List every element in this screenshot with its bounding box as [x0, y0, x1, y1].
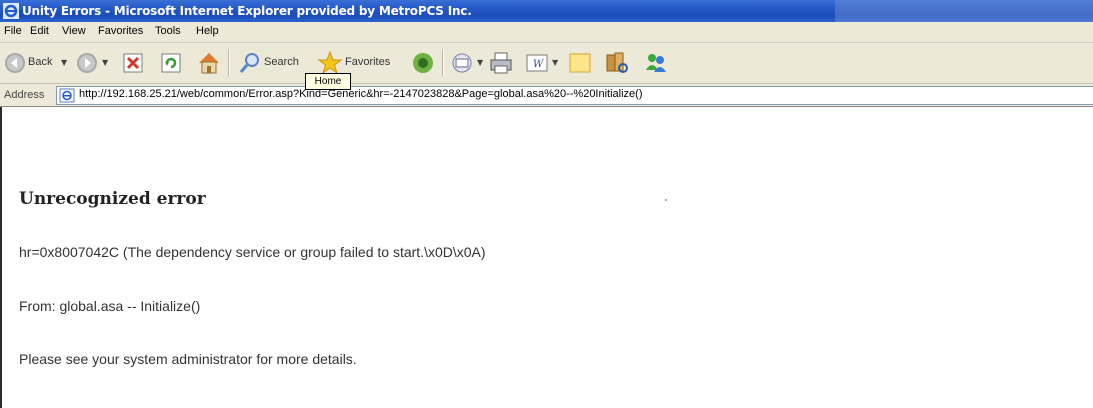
error-help-line: Please see your system administrator for…	[19, 351, 357, 367]
forward-icon[interactable]	[76, 52, 98, 74]
address-url[interactable]: http://192.168.25.21/web/common/Error.as…	[79, 88, 643, 100]
forward-dropdown-icon[interactable]: ▼	[102, 58, 108, 67]
stray-dot	[665, 199, 667, 201]
window-title: Unity Errors - Microsoft Internet Explor…	[22, 4, 472, 18]
menu-tools[interactable]: Tools	[155, 25, 181, 37]
error-source-line: From: global.asa -- Initialize()	[19, 298, 201, 314]
address-bar: Address http://192.168.25.21/web/common/…	[0, 84, 1093, 107]
ie-logo-icon	[3, 3, 19, 19]
refresh-icon[interactable]	[160, 52, 182, 74]
mail-dropdown-icon[interactable]: ▼	[477, 58, 483, 67]
media-icon[interactable]	[411, 51, 435, 75]
home-icon[interactable]	[196, 50, 222, 76]
edit-dropdown-icon[interactable]: ▼	[552, 58, 558, 67]
home-tooltip: Home	[305, 73, 351, 90]
favorites-label[interactable]: Favorites	[345, 56, 390, 68]
menu-file[interactable]: File	[4, 25, 22, 37]
menu-edit[interactable]: Edit	[30, 25, 49, 37]
error-heading: Unrecognized error	[19, 189, 206, 209]
page-content: Unrecognized error hr=0x8007042C (The de…	[0, 107, 1093, 408]
error-hr-line: hr=0x8007042C (The dependency service or…	[19, 244, 486, 260]
browser-window: Unity Errors - Microsoft Internet Explor…	[0, 0, 1093, 408]
stop-icon[interactable]	[122, 52, 144, 74]
edit-icon[interactable]: W	[526, 53, 548, 73]
address-label: Address	[4, 89, 45, 101]
title-bar-fill	[835, 0, 1093, 22]
toolbar-separator	[442, 49, 444, 77]
print-icon[interactable]	[489, 51, 513, 75]
toolbar-separator	[228, 49, 230, 77]
svg-text:W: W	[533, 59, 544, 70]
discuss-icon[interactable]	[568, 51, 592, 75]
mail-icon[interactable]	[451, 52, 475, 74]
title-bar: Unity Errors - Microsoft Internet Explor…	[0, 0, 1093, 22]
toolbar: Back ▼ ▼ Search Favorites ▼ W ▼	[0, 43, 1093, 84]
search-icon[interactable]	[238, 51, 262, 75]
back-icon[interactable]	[4, 52, 26, 74]
page-icon	[59, 88, 75, 103]
menu-view[interactable]: View	[62, 25, 86, 37]
menu-help[interactable]: Help	[196, 25, 219, 37]
research-icon[interactable]	[604, 50, 630, 76]
menu-bar: File Edit View Favorites Tools Help	[0, 22, 1093, 43]
back-dropdown-icon[interactable]: ▼	[61, 58, 67, 67]
back-label[interactable]: Back	[28, 56, 52, 68]
messenger-icon[interactable]	[643, 50, 669, 76]
menu-favorites[interactable]: Favorites	[98, 25, 143, 37]
search-label[interactable]: Search	[264, 56, 299, 68]
address-input[interactable]: http://192.168.25.21/web/common/Error.as…	[56, 86, 1093, 105]
